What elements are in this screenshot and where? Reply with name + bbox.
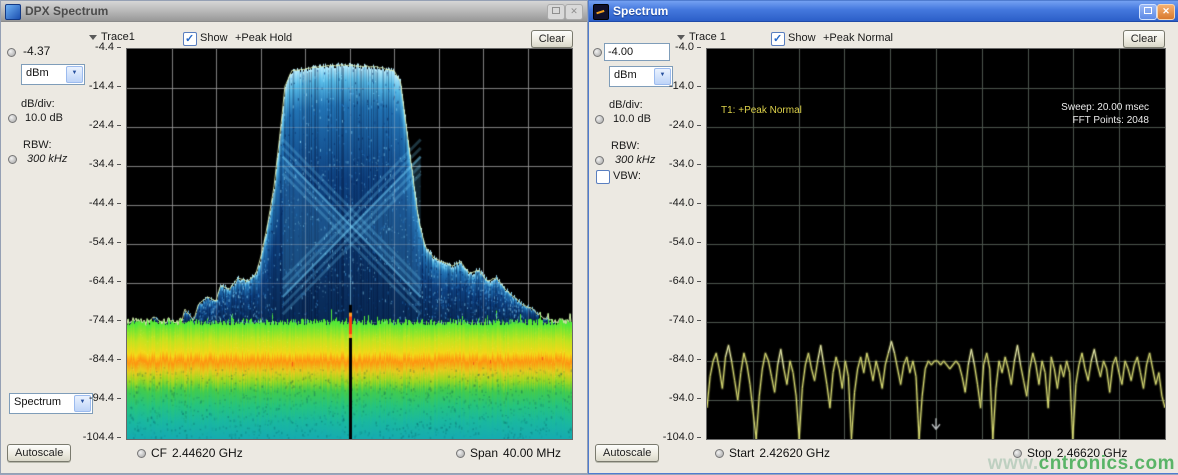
spectrum-db-div-label: dB/div:	[609, 99, 643, 111]
dpx-show-label: Show	[200, 32, 228, 44]
dpx-window-body: Trace1 Show +Peak Hold Clear -4.37 dBm d…	[1, 22, 587, 472]
dpx-peak-hold-label: +Peak Hold	[235, 32, 292, 44]
y-axis-tick-label: -104.0	[663, 431, 701, 443]
dpx-display[interactable]	[126, 48, 573, 440]
spectrum-window-body: Trace 1 Show +Peak Normal Clear dBm dB/d…	[589, 22, 1178, 472]
center-frequency-control[interactable]: CF 2.44620 GHz	[137, 446, 243, 460]
y-axis-tick-label: -24.0	[669, 119, 701, 131]
span-value[interactable]: 40.00 MHz	[503, 446, 561, 460]
dpx-unit-select[interactable]: dBm	[21, 64, 85, 85]
y-axis-tick-label: -24.4	[89, 119, 121, 131]
y-axis-tick-label: -14.4	[89, 80, 121, 92]
spectrum-window: Spectrum ✕ Trace 1 Show +Peak Normal Cle…	[588, 0, 1178, 474]
spectrum-ref-level-input[interactable]	[604, 43, 670, 61]
dpx-show-checkbox[interactable]	[183, 32, 197, 46]
start-knob-icon[interactable]	[715, 449, 724, 458]
dpx-maximize-button[interactable]	[547, 4, 565, 20]
dpx-autoscale-button[interactable]: Autoscale	[7, 444, 71, 462]
y-axis-tick-label: -64.4	[89, 275, 121, 287]
y-axis-tick-label: -14.0	[669, 80, 701, 92]
spectrum-show-checkbox[interactable]	[771, 32, 785, 46]
y-axis-tick-label: -4.0	[675, 41, 701, 53]
span-knob-icon[interactable]	[456, 449, 465, 458]
spectrum-display[interactable]: T1: +Peak Normal Sweep: 20.00 msec FFT P…	[706, 48, 1166, 440]
y-axis-tick-label: -34.0	[669, 158, 701, 170]
y-axis-tick-label: -74.4	[89, 314, 121, 326]
spectrum-app-icon	[593, 4, 609, 20]
start-value[interactable]: 2.42620 GHz	[759, 446, 830, 460]
y-axis-tick-label: -94.4	[89, 392, 121, 404]
span-label: Span	[470, 446, 498, 460]
y-axis-tick-label: -74.0	[669, 314, 701, 326]
spectrum-unit-select[interactable]: dBm	[609, 66, 673, 87]
dpx-titlebar[interactable]: DPX Spectrum ✕	[1, 1, 587, 22]
cf-label: CF	[151, 446, 167, 460]
fft-points-annotation: FFT Points: 2048	[1061, 114, 1149, 127]
dpx-db-div-label: dB/div:	[21, 98, 55, 110]
watermark: www.cntronics.com	[988, 453, 1175, 475]
y-axis-tick-label: -64.0	[669, 275, 701, 287]
dpx-window-title: DPX Spectrum	[25, 1, 108, 21]
dpx-spectrum-window: DPX Spectrum ✕ Trace1 Show +Peak Hold Cl…	[0, 0, 588, 474]
spectrum-titlebar[interactable]: Spectrum ✕	[589, 1, 1178, 22]
chevron-down-icon[interactable]	[66, 66, 83, 83]
ref-level-knob-icon[interactable]	[7, 48, 16, 57]
dpx-rbw-value[interactable]: 300 kHz	[27, 153, 67, 165]
chevron-down-icon[interactable]	[89, 35, 97, 40]
spectrum-autoscale-button[interactable]: Autoscale	[595, 444, 659, 462]
start-frequency-control[interactable]: Start 2.42620 GHz	[715, 446, 830, 460]
spectrum-clear-button[interactable]: Clear	[1123, 30, 1165, 48]
y-axis-tick-label: -84.4	[89, 353, 121, 365]
spectrum-show-label: Show	[788, 32, 816, 44]
dpx-persistence-canvas[interactable]	[127, 49, 572, 439]
spectrum-peak-normal-label: +Peak Normal	[823, 32, 893, 44]
y-axis-tick-label: -34.4	[89, 158, 121, 170]
spectrum-window-title: Spectrum	[613, 1, 668, 21]
spectrum-db-div-value[interactable]: 10.0 dB	[613, 113, 651, 125]
dpx-rbw-label: RBW:	[23, 139, 52, 151]
desktop: DPX Spectrum ✕ Trace1 Show +Peak Hold Cl…	[0, 0, 1178, 475]
y-axis-tick-label: -44.4	[89, 197, 121, 209]
chevron-down-icon[interactable]	[677, 35, 685, 40]
y-axis-tick-label: -4.4	[95, 41, 121, 53]
trace-info-annotation: T1: +Peak Normal	[721, 105, 802, 116]
dpx-ref-level-value[interactable]: -4.37	[23, 44, 50, 58]
spectrum-close-button[interactable]: ✕	[1157, 4, 1175, 20]
y-axis-tick-label: -94.0	[669, 392, 701, 404]
vbw-checkbox[interactable]	[596, 170, 610, 184]
spectrum-rbw-label: RBW:	[611, 140, 640, 152]
ref-level-knob-icon[interactable]	[593, 48, 602, 57]
dpx-app-icon	[5, 4, 21, 20]
spectrum-rbw-value[interactable]: 300 kHz	[615, 154, 655, 166]
sweep-annotation: Sweep: 20.00 msec	[1061, 101, 1149, 114]
rbw-knob-icon[interactable]	[8, 155, 17, 164]
dpx-clear-button[interactable]: Clear	[531, 30, 573, 48]
display-mode-select[interactable]: Spectrum	[9, 393, 93, 414]
watermark-prefix: www.	[988, 453, 1039, 474]
cf-value[interactable]: 2.44620 GHz	[172, 446, 243, 460]
y-axis-tick-label: -104.4	[83, 431, 121, 443]
cf-knob-icon[interactable]	[137, 449, 146, 458]
y-axis-tick-label: -84.0	[669, 353, 701, 365]
watermark-domain: cntronics.com	[1039, 453, 1175, 474]
dpx-unit-value: dBm	[26, 67, 49, 79]
spectrum-unit-value: dBm	[614, 69, 637, 81]
sweep-fft-annotation: Sweep: 20.00 msec FFT Points: 2048	[1061, 101, 1149, 127]
y-axis-tick-label: -54.4	[89, 236, 121, 248]
y-axis-tick-label: -44.0	[669, 197, 701, 209]
y-axis-tick-label: -54.0	[669, 236, 701, 248]
dpx-db-div-value[interactable]: 10.0 dB	[25, 112, 63, 124]
span-control[interactable]: Span 40.00 MHz	[456, 446, 561, 460]
rbw-knob-icon[interactable]	[595, 156, 604, 165]
db-div-knob-icon[interactable]	[595, 115, 604, 124]
spectrum-maximize-button[interactable]	[1139, 4, 1157, 20]
display-mode-value: Spectrum	[14, 396, 61, 408]
vbw-label: VBW:	[613, 170, 641, 182]
db-div-knob-icon[interactable]	[8, 114, 17, 123]
start-label: Start	[729, 446, 754, 460]
dpx-close-button[interactable]: ✕	[565, 4, 583, 20]
